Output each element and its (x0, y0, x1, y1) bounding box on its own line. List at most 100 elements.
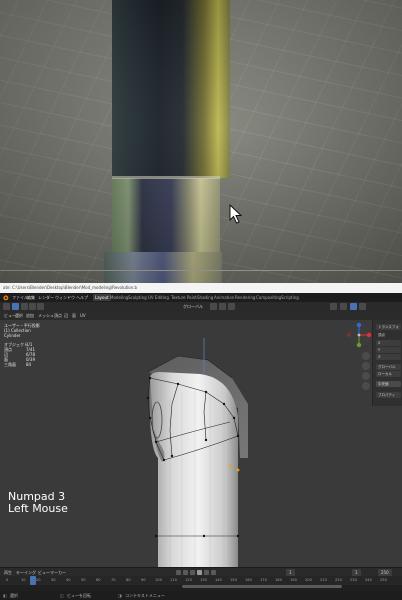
tick-label: 250 (380, 578, 387, 582)
edge-select-button[interactable] (29, 303, 36, 310)
timeline-playhead[interactable] (30, 576, 36, 585)
top-menubar: ファイル 編集 レンダー ウィンドウ ヘルプ Layout Modeling S… (0, 293, 402, 302)
npanel-x-field[interactable]: X (376, 340, 401, 346)
face-select-button[interactable] (37, 303, 44, 310)
tick-label: 110 (170, 578, 177, 582)
play-reverse-icon[interactable] (190, 570, 195, 575)
tick-label: 220 (335, 578, 342, 582)
tick-label: 20 (36, 578, 41, 582)
tick-label: 160 (245, 578, 252, 582)
mouse-cursor-icon (229, 204, 243, 224)
stat-label-triangles: 三角面 (4, 362, 16, 367)
camera-view-icon[interactable] (362, 372, 370, 380)
mode-selector[interactable] (12, 303, 19, 310)
menu-vertex[interactable]: 頂点 (54, 311, 62, 320)
npanel-z-field[interactable]: Z (376, 354, 401, 360)
npanel-median-button[interactable]: 中央値 (376, 381, 401, 387)
menu-help[interactable]: ヘルプ (76, 293, 88, 302)
viewport-closeup-photo (0, 0, 402, 283)
material-shading-button[interactable] (359, 303, 366, 310)
file-path-text: ate: C:\Users\Blender\Desktop\Blender\Mo… (3, 285, 138, 290)
tick-label: 120 (185, 578, 192, 582)
status-bar: ◧ 選択 ◫ ビューを回転 ◨ コンテキストメニュー (0, 591, 402, 600)
menu-window[interactable]: ウィンドウ (55, 293, 75, 302)
proportional-edit-button[interactable] (228, 303, 235, 310)
pan-hand-icon[interactable] (362, 362, 370, 370)
tick-label: 140 (215, 578, 222, 582)
blender-logo-icon[interactable] (2, 294, 9, 301)
tick-label: 100 (155, 578, 162, 582)
file-path-strip: ate: C:\Users\Blender\Desktop\Blender\Mo… (0, 283, 402, 293)
hint-mouse-line: Left Mouse (8, 502, 68, 515)
tick-label: 230 (350, 578, 357, 582)
revolved-mesh[interactable] (120, 338, 280, 568)
menu-uv[interactable]: UV (80, 311, 86, 320)
stat-value-triangles: 84 (26, 362, 32, 367)
tick-label: 210 (320, 578, 327, 582)
npanel-local-toggle[interactable]: ローカル (376, 371, 401, 377)
npanel-y-field[interactable]: Y (376, 347, 401, 353)
tick-label: 190 (290, 578, 297, 582)
timeline-ruler[interactable]: 0 10 20 30 40 50 60 70 80 90 100 110 120… (0, 576, 402, 585)
tick-label: 10 (21, 578, 26, 582)
status-rotate-view: ビューを回転 (67, 593, 91, 598)
menu-add[interactable]: 追加 (26, 311, 34, 320)
menu-edge[interactable]: 辺 (64, 311, 68, 320)
npanel-properties-header[interactable]: プロパティ (376, 392, 401, 398)
tick-label: 150 (230, 578, 237, 582)
play-icon[interactable] (197, 570, 202, 575)
xray-button[interactable] (340, 303, 347, 310)
tick-label: 50 (81, 578, 86, 582)
tick-label: 0 (6, 578, 9, 582)
zoom-icon[interactable] (362, 352, 370, 360)
photo-vignette (0, 0, 402, 283)
tick-label: 170 (260, 578, 267, 582)
workspace-tab-uv-editing[interactable]: UV Editing (146, 294, 171, 301)
transform-orientation-dropdown[interactable]: グローバル (183, 302, 203, 311)
menu-render[interactable]: レンダー (38, 293, 54, 302)
snap-button[interactable] (219, 303, 226, 310)
tick-label: 70 (111, 578, 116, 582)
jump-end-icon[interactable] (211, 570, 216, 575)
menu-file[interactable]: ファイル (12, 293, 28, 302)
menu-edit[interactable]: 編集 (27, 293, 35, 302)
tick-label: 60 (96, 578, 101, 582)
start-frame-field[interactable]: 1 (352, 569, 361, 576)
object-name: Cylinder (4, 333, 21, 338)
status-context-menu: コンテキストメニュー (125, 593, 165, 598)
keystroke-hint: Numpad 3 Left Mouse (8, 491, 68, 515)
end-frame-field[interactable]: 250 (378, 569, 392, 576)
tick-label: 40 (66, 578, 71, 582)
timeline-scrollbar[interactable] (182, 585, 342, 588)
mouse-left-icon: ◧ (3, 593, 7, 598)
pivot-button[interactable] (210, 303, 217, 310)
npanel-global-toggle[interactable]: グローバル (376, 364, 401, 370)
tick-label: 90 (141, 578, 146, 582)
editor-type-button[interactable] (3, 303, 10, 310)
workspace-tab-scripting[interactable]: Scripting (279, 294, 301, 301)
vertex-select-button[interactable] (21, 303, 28, 310)
solid-shading-button[interactable] (350, 303, 357, 310)
prev-keyframe-icon[interactable] (183, 570, 188, 575)
tick-label: 30 (51, 578, 56, 582)
menu-select[interactable]: 選択 (15, 311, 23, 320)
blender-window: ファイル 編集 レンダー ウィンドウ ヘルプ Layout Modeling S… (0, 293, 402, 600)
jump-start-icon[interactable] (176, 570, 181, 575)
mouse-middle-icon: ◫ (60, 593, 64, 598)
editmode-header: ビュー 選択 追加 メッシュ 頂点 辺 面 UV (0, 311, 402, 320)
navigation-gizmo-icon[interactable] (346, 322, 372, 348)
menu-mesh[interactable]: メッシュ (38, 311, 54, 320)
tick-label: 180 (275, 578, 282, 582)
tick-label: 240 (365, 578, 372, 582)
3d-viewport[interactable]: ユーザー・平行投影 (1) Collection Cylinder オブジェクト… (0, 320, 402, 578)
npanel-transform-header[interactable]: トランスフォ (376, 324, 401, 330)
menu-face[interactable]: 面 (72, 311, 76, 320)
next-keyframe-icon[interactable] (204, 570, 209, 575)
perspective-toggle-icon[interactable] (362, 382, 370, 390)
tick-label: 80 (126, 578, 131, 582)
npanel-vertex-label: 頂点 (376, 332, 401, 338)
overlay-button[interactable] (330, 303, 337, 310)
status-select: 選択 (10, 593, 18, 598)
mouse-right-icon: ◨ (118, 593, 122, 598)
current-frame-field[interactable]: 1 (286, 569, 295, 576)
